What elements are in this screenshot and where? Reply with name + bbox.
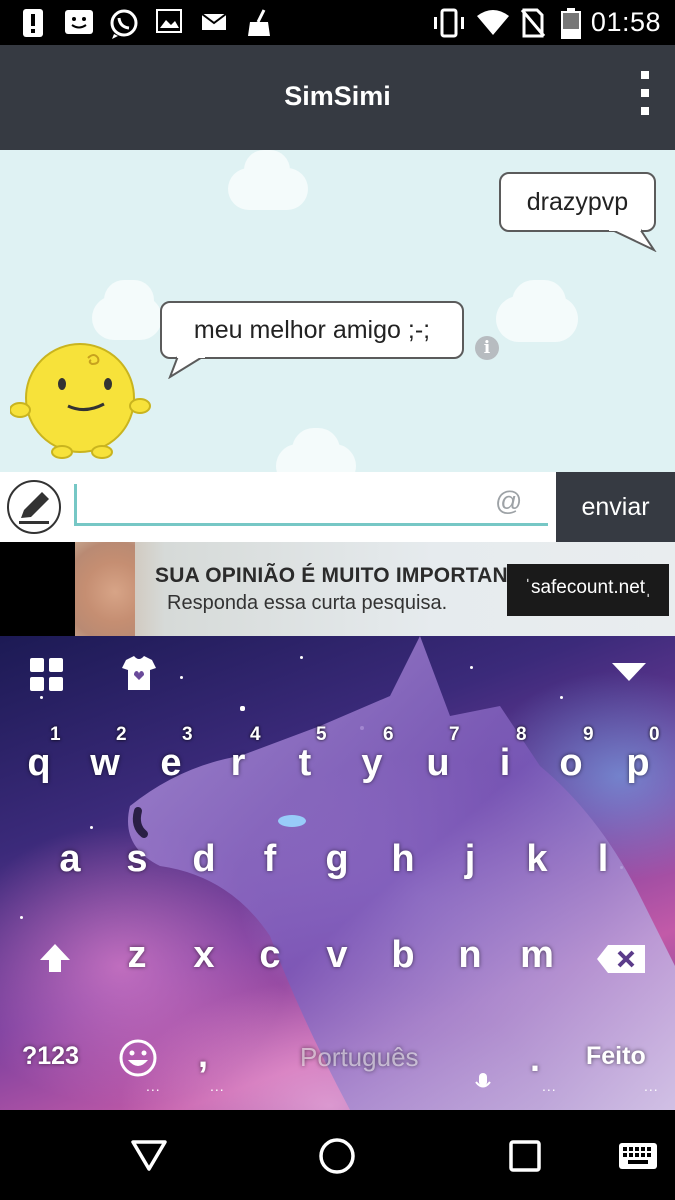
send-button[interactable]: enviar: [556, 472, 675, 542]
sms-icon: [65, 10, 93, 34]
long-press-hint: ...: [210, 1078, 225, 1094]
navigation-bar: [0, 1110, 675, 1200]
cloud-decoration: [292, 428, 340, 472]
key-i[interactable]: i: [480, 742, 530, 785]
long-press-hint: ...: [542, 1078, 557, 1094]
key-o[interactable]: o: [546, 742, 596, 785]
whatsapp-icon: [110, 9, 138, 39]
overflow-menu-icon[interactable]: [637, 71, 653, 125]
simsimi-avatar[interactable]: [10, 338, 152, 462]
space-key[interactable]: Português: [300, 1042, 419, 1073]
key-p[interactable]: p: [613, 742, 663, 785]
key-q[interactable]: q: [14, 742, 64, 785]
key-f[interactable]: f: [245, 838, 295, 881]
done-key[interactable]: Feito: [586, 1042, 646, 1071]
key-h[interactable]: h: [378, 838, 428, 881]
mail-icon: [201, 13, 227, 30]
key-u[interactable]: u: [413, 742, 463, 785]
key-k[interactable]: k: [512, 838, 562, 881]
theme-shirt-icon[interactable]: [120, 656, 158, 692]
chat-area[interactable]: drazypvp meu melhor amigo ;-; i: [0, 150, 675, 472]
key-t[interactable]: t: [280, 742, 330, 785]
key-s[interactable]: s: [112, 838, 162, 881]
key-j[interactable]: j: [445, 838, 495, 881]
key-d[interactable]: d: [179, 838, 229, 881]
period-key[interactable]: .: [530, 1038, 540, 1080]
bot-message-bubble: meu melhor amigo ;-;: [160, 301, 464, 359]
user-message-bubble: drazypvp: [499, 172, 656, 232]
apps-grid-icon[interactable]: [30, 658, 64, 692]
key-g[interactable]: g: [312, 838, 362, 881]
user-message-text: drazypvp: [526, 188, 629, 216]
vibrate-icon: [434, 8, 464, 38]
bubble-tail: [168, 355, 205, 379]
ad-brand-logo: ˈsafecount.netˌ: [507, 564, 669, 616]
key-a[interactable]: a: [45, 838, 95, 881]
long-press-hint: ...: [644, 1078, 659, 1094]
key-v[interactable]: v: [312, 934, 362, 977]
ad-banner[interactable]: SUA OPINIÃO É MUITO IMPORTANTE! Responda…: [75, 542, 675, 636]
message-input-row: @ enviar: [0, 472, 675, 542]
emoji-icon[interactable]: [118, 1038, 158, 1078]
key-r[interactable]: r: [213, 742, 263, 785]
pencil-button[interactable]: [7, 480, 61, 534]
cleaner-icon: [248, 9, 270, 36]
key-n[interactable]: n: [445, 934, 495, 977]
recents-icon[interactable]: [508, 1139, 542, 1173]
message-input[interactable]: [74, 484, 548, 526]
cloud-decoration: [244, 150, 290, 190]
key-m[interactable]: m: [512, 934, 562, 977]
cloud-decoration: [512, 280, 566, 324]
keyboard: 1 2 3 4 5 6 7 8 9 0 q w e r t y u i o p …: [0, 636, 675, 1110]
status-bar: 01:58: [0, 0, 675, 45]
wifi-icon: [477, 10, 509, 35]
key-w[interactable]: w: [80, 742, 130, 785]
hide-keyboard-icon[interactable]: [612, 661, 646, 683]
cloud-decoration: [104, 280, 154, 320]
key-x[interactable]: x: [179, 934, 229, 977]
ad-ear-image: [75, 542, 135, 636]
key-l[interactable]: l: [578, 838, 628, 881]
ad-subline: Responda essa curta pesquisa.: [167, 592, 448, 614]
info-icon[interactable]: i: [475, 336, 499, 360]
battery-icon: [561, 8, 581, 39]
keyboard-switch-icon[interactable]: [618, 1142, 658, 1170]
key-b[interactable]: b: [378, 934, 428, 977]
at-icon[interactable]: @: [495, 486, 522, 517]
key-y[interactable]: y: [347, 742, 397, 785]
comma-key[interactable]: ,: [198, 1034, 208, 1076]
clock: 01:58: [590, 7, 661, 37]
backspace-icon[interactable]: [596, 944, 646, 974]
no-sim-icon: [520, 8, 546, 38]
home-icon[interactable]: [318, 1137, 356, 1175]
key-z[interactable]: z: [112, 934, 162, 977]
back-icon[interactable]: [130, 1138, 168, 1172]
pencil-icon: [19, 492, 49, 524]
app-bar: SimSimi: [0, 45, 675, 150]
alert-icon: [23, 9, 43, 37]
microphone-icon[interactable]: [475, 1073, 491, 1093]
app-title: SimSimi: [284, 81, 391, 111]
symbols-key[interactable]: ?123: [22, 1042, 79, 1071]
key-e[interactable]: e: [146, 742, 196, 785]
ad-headline: SUA OPINIÃO É MUITO IMPORTANTE!: [155, 564, 543, 587]
image-icon: [156, 9, 182, 33]
bot-message-text: meu melhor amigo ;-;: [193, 316, 431, 344]
shift-icon[interactable]: [38, 942, 72, 976]
long-press-hint: ...: [146, 1078, 161, 1094]
bubble-tail: [609, 228, 657, 252]
key-c[interactable]: c: [245, 934, 295, 977]
